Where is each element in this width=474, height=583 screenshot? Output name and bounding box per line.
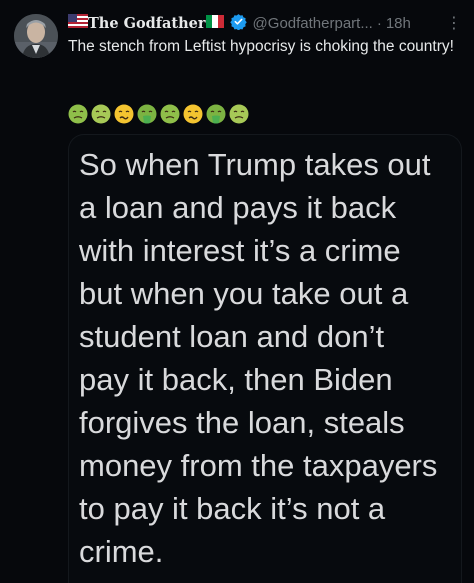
vomiting-face-icon — [206, 104, 226, 124]
verified-badge-icon — [229, 13, 247, 34]
tweet-image[interactable]: So when Trump takes out a loan and pays … — [68, 134, 462, 583]
emoji-row — [68, 104, 249, 126]
author-handle[interactable]: @Godfatherpart... — [253, 15, 373, 32]
sick-face-icon — [91, 104, 111, 124]
tweet-text: The stench from Leftist hypocrisy is cho… — [68, 38, 454, 55]
more-options-icon[interactable]: ⋮ — [444, 13, 464, 33]
nauseated-face-icon — [68, 104, 88, 124]
tweet[interactable]: The Godfather @Godfatherpart... · 18h ⋮ … — [0, 0, 474, 583]
image-text: So when Trump takes out a loan and pays … — [79, 147, 438, 569]
sick-face-icon — [229, 104, 249, 124]
us-flag-icon — [68, 14, 88, 32]
avatar-image — [14, 14, 58, 58]
woozy-face-icon — [183, 104, 203, 124]
woozy-face-icon — [114, 104, 134, 124]
italy-flag-icon — [205, 14, 224, 32]
tweet-timestamp[interactable]: 18h — [386, 15, 411, 32]
tweet-header: The Godfather @Godfatherpart... · 18h ⋮ — [68, 12, 464, 34]
nauseated-face-icon — [160, 104, 180, 124]
time-separator: · — [376, 14, 382, 32]
avatar[interactable] — [14, 14, 58, 58]
vomiting-face-icon — [137, 104, 157, 124]
author-name[interactable]: The Godfather — [88, 15, 206, 32]
